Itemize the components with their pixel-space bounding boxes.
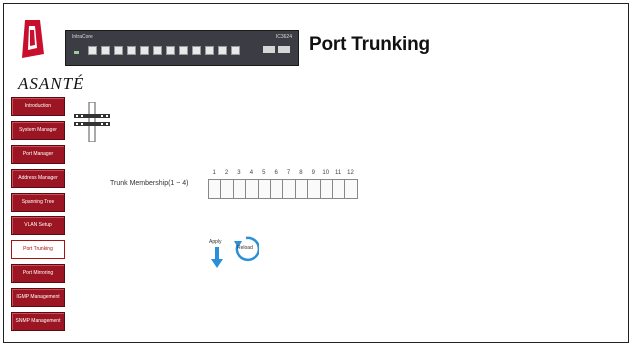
port-number: 5 [262, 170, 266, 176]
brand-name: ASANTÉ [18, 74, 85, 93]
switch-port-icon[interactable] [218, 46, 227, 55]
sidebar-item-introduction[interactable]: Introduction [11, 97, 65, 116]
trunk-port-input[interactable] [221, 180, 234, 198]
reload-button[interactable]: Reload [233, 234, 259, 266]
port-number: 3 [237, 170, 241, 176]
trunk-port-input[interactable] [320, 180, 333, 198]
trunk-port-input[interactable] [345, 180, 358, 198]
switch-port-icon[interactable] [140, 46, 149, 55]
trunk-membership-grid: 1 2 3 4 5 6 7 8 9 10 11 12 [208, 170, 358, 199]
switch-model-label: IntraCore [72, 34, 93, 40]
logo-mark-icon [22, 20, 44, 58]
switch-port-icon[interactable] [101, 46, 110, 55]
trunk-membership-label: Trunk Membership(1 ~ 4) [110, 180, 189, 187]
port-number: 8 [299, 170, 303, 176]
port-trunking-icon [74, 102, 110, 142]
apply-button[interactable]: Apply [208, 237, 226, 269]
asante-logo: ASANTÉ [14, 14, 83, 94]
port-number: 6 [274, 170, 278, 176]
apply-label: Apply [209, 239, 222, 245]
trunk-port-input[interactable] [283, 180, 296, 198]
trunk-input-row [208, 179, 358, 199]
sidebar-nav: Introduction System Manager Port Manager… [11, 97, 67, 336]
switch-ports [88, 46, 240, 55]
switch-port-icon[interactable] [166, 46, 175, 55]
port-number: 12 [347, 170, 354, 176]
port-number: 4 [249, 170, 254, 176]
power-led-icon [74, 51, 79, 54]
switch-port-icon[interactable] [179, 46, 188, 55]
switch-tag-label: IC3624 [275, 34, 292, 40]
trunk-port-input[interactable] [258, 180, 271, 198]
sidebar-item-system-manager[interactable]: System Manager [11, 120, 65, 140]
sidebar-item-snmp-management[interactable]: SNMP Management [11, 312, 65, 332]
sidebar-item-port-mirroring[interactable]: Port Mirroring [11, 264, 65, 284]
port-number: 11 [334, 170, 342, 176]
sidebar-item-spanning-tree[interactable]: Spanning Tree [11, 192, 65, 212]
switch-port-icon[interactable] [127, 46, 136, 55]
trunk-port-input[interactable] [246, 180, 259, 198]
sidebar-item-port-trunking[interactable]: Port Trunking [11, 240, 65, 260]
uplink-port-icon[interactable] [278, 46, 290, 53]
uplink-port-icon[interactable] [263, 46, 275, 53]
port-number: 10 [322, 170, 330, 176]
page-title: Port Trunking [309, 34, 430, 55]
switch-port-icon[interactable] [205, 46, 214, 55]
sidebar-item-igmp-management[interactable]: IGMP Management [11, 288, 65, 308]
port-number-row: 1 2 3 4 5 6 7 8 9 10 11 12 [208, 170, 358, 176]
trunk-port-input[interactable] [270, 180, 284, 198]
reload-label: Reload [237, 245, 253, 251]
port-number: 1 [212, 170, 216, 176]
uplink-ports [263, 46, 290, 53]
trunk-port-input[interactable] [209, 180, 222, 198]
switch-port-icon[interactable] [88, 46, 97, 55]
switch-port-icon[interactable] [114, 46, 123, 55]
trunk-port-input[interactable] [233, 180, 247, 198]
switch-port-icon[interactable] [153, 46, 162, 55]
trunk-port-input[interactable] [308, 180, 321, 198]
switch-front-panel-image: IntraCore IC3624 [65, 30, 299, 66]
trunk-port-input[interactable] [332, 180, 346, 198]
port-number: 9 [311, 170, 315, 176]
port-number: 2 [224, 170, 229, 176]
sidebar-item-vlan-setup[interactable]: VLAN Setup [11, 216, 65, 236]
page-frame: ASANTÉ IntraCore IC3624 Port Trunking In… [3, 3, 629, 343]
switch-port-icon[interactable] [192, 46, 201, 55]
switch-port-icon[interactable] [231, 46, 240, 55]
sidebar-item-address-manager[interactable]: Address Manager [11, 168, 65, 188]
port-number: 7 [286, 170, 291, 176]
trunk-port-input[interactable] [295, 180, 309, 198]
sidebar-item-port-manager[interactable]: Port Manager [11, 144, 65, 164]
